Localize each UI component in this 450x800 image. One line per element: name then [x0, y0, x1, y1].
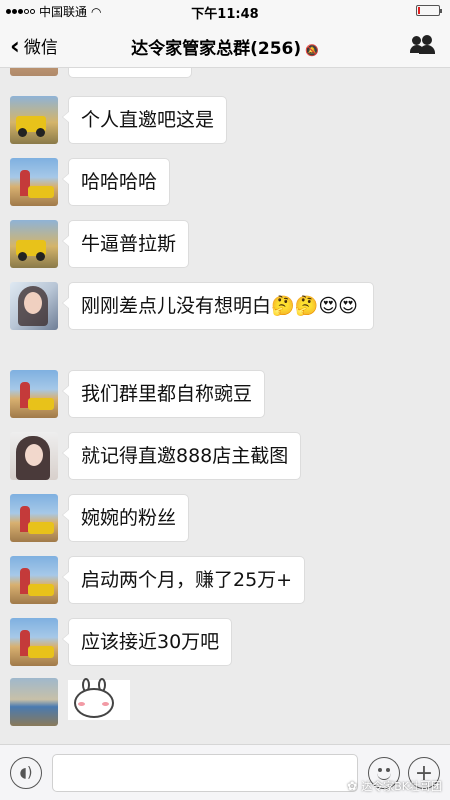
- avatar[interactable]: [10, 432, 58, 480]
- message-bubble[interactable]: 牛逼普拉斯: [61, 220, 190, 268]
- message-input[interactable]: [52, 754, 358, 792]
- blushing-rabbit-sticker[interactable]: [68, 678, 130, 720]
- message-bubble[interactable]: 哈哈哈哈: [61, 158, 171, 206]
- nav-bar: ‹ 微信 达令家管家总群(256) 🔕: [0, 22, 450, 68]
- message-bubble-partial[interactable]: [68, 68, 192, 78]
- message-bubble[interactable]: 刚刚差点儿没有想明白🤔🤔😍😍: [62, 282, 374, 330]
- chat-title-text: 达令家管家总群(256): [131, 39, 302, 59]
- avatar[interactable]: [10, 556, 58, 604]
- avatar[interactable]: [10, 494, 58, 542]
- message-bubble[interactable]: 我们群里都自称豌豆: [61, 370, 266, 418]
- input-bar: ◖) + ✿ 达令家BK壮哥团: [0, 744, 450, 800]
- status-bar: 中国联通 ◠ 下午11:48: [0, 0, 450, 22]
- battery-icon: [416, 5, 442, 16]
- avatar[interactable]: [10, 220, 58, 268]
- mute-bell-icon: 🔕: [305, 44, 319, 57]
- message-bubble[interactable]: 应该接近30万吧: [61, 618, 233, 666]
- group-members-icon[interactable]: [410, 35, 436, 55]
- avatar[interactable]: [10, 158, 58, 206]
- status-time: 下午11:48: [191, 7, 259, 22]
- avatar[interactable]: [10, 618, 58, 666]
- watermark-text: 达令家BK壮哥团: [361, 780, 442, 793]
- watermark: ✿ 达令家BK壮哥团: [347, 778, 442, 794]
- avatar[interactable]: [10, 370, 58, 418]
- chat-messages[interactable]: 个人直邀吧这是 哈哈哈哈 牛逼普拉斯 刚刚差点儿没有想明白🤔🤔😍😍 我们群里都自…: [0, 68, 450, 744]
- avatar[interactable]: [10, 678, 58, 726]
- voice-icon[interactable]: ◖): [10, 757, 42, 789]
- chat-title: 达令家管家总群(256) 🔕: [0, 34, 450, 59]
- message-bubble[interactable]: 就记得直邀888店主截图: [61, 432, 302, 480]
- avatar[interactable]: [10, 282, 58, 330]
- message-bubble[interactable]: 启动两个月，赚了25万+: [61, 556, 306, 604]
- wechat-official-icon: ✿: [347, 779, 358, 793]
- message-bubble[interactable]: 个人直邀吧这是: [61, 96, 228, 144]
- message-bubble[interactable]: 婉婉的粉丝: [61, 494, 190, 542]
- avatar[interactable]: [10, 68, 58, 76]
- avatar[interactable]: [10, 96, 58, 144]
